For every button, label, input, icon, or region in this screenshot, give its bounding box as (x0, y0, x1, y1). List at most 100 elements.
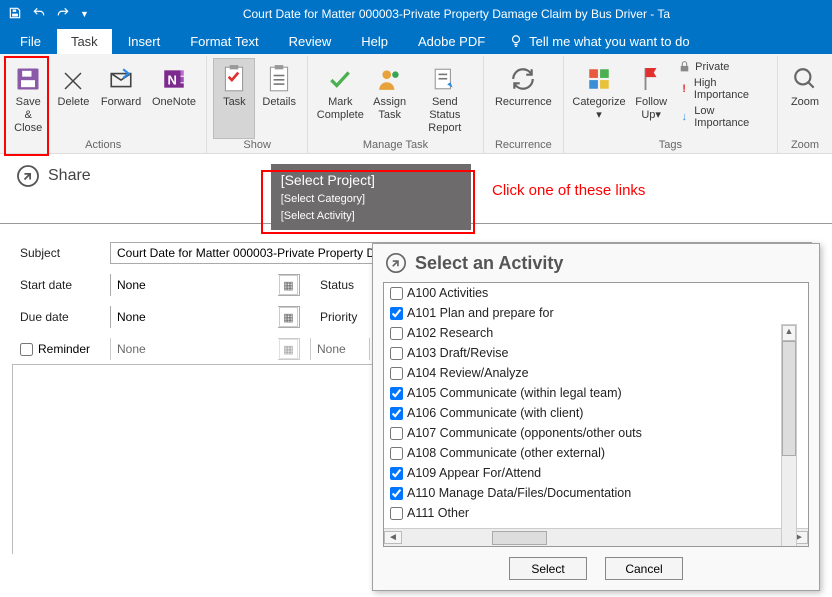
svg-text:N: N (167, 72, 176, 87)
title-bar: ▼ Court Date for Matter 000003-Private P… (0, 0, 832, 28)
due-date-input[interactable]: ▦ (110, 306, 300, 328)
scroll-up-icon[interactable]: ▲ (782, 325, 796, 341)
tab-help[interactable]: Help (347, 29, 402, 54)
start-date-input[interactable]: ▦ (110, 274, 300, 296)
categorize-icon (586, 66, 612, 92)
details-button[interactable]: Details (257, 58, 301, 139)
onenote-button[interactable]: N OneNote (148, 58, 201, 139)
activity-row[interactable]: A111 Other (384, 503, 808, 523)
redo-icon[interactable] (56, 6, 70, 23)
delete-button[interactable]: Delete (52, 58, 94, 139)
activity-row[interactable]: A104 Review/Analyze (384, 363, 808, 383)
scroll-left-icon[interactable]: ◄ (384, 531, 402, 544)
qat-more-icon[interactable]: ▼ (80, 9, 89, 19)
save-icon[interactable] (8, 6, 22, 23)
details-icon (266, 64, 292, 94)
tab-insert[interactable]: Insert (114, 29, 175, 54)
activity-checkbox[interactable] (390, 427, 403, 440)
reminder-date-input[interactable]: ▦ (110, 338, 300, 360)
activity-label: A103 Draft/Revise (407, 346, 508, 360)
ribbon-tabs: File Task Insert Format Text Review Help… (0, 28, 832, 54)
save-close-button[interactable]: Save & Close (6, 58, 50, 139)
activity-row[interactable]: A109 Appear For/Attend (384, 463, 808, 483)
share-bar: Share [Select Project] [Select Category]… (0, 154, 832, 224)
zoom-button[interactable]: Zoom (784, 58, 826, 139)
mark-complete-button[interactable]: Mark Complete (314, 58, 367, 139)
low-importance-toggle[interactable]: ↓Low Importance (678, 105, 767, 129)
start-date-label: Start date (20, 278, 100, 292)
tab-review[interactable]: Review (275, 29, 346, 54)
assign-task-button[interactable]: Assign Task (369, 58, 411, 139)
activity-checkbox[interactable] (390, 467, 403, 480)
save-close-icon (14, 65, 42, 93)
check-icon (327, 66, 353, 92)
vertical-scrollbar[interactable]: ▲ ▼ (781, 324, 797, 547)
task-icon (221, 64, 247, 94)
task-view-button[interactable]: Task (213, 58, 255, 139)
activity-checkbox[interactable] (390, 487, 403, 500)
activity-checkbox[interactable] (390, 387, 403, 400)
zoom-icon (792, 66, 818, 92)
send-status-button[interactable]: Send Status Report (413, 58, 477, 139)
tab-adobe[interactable]: Adobe PDF (404, 29, 499, 54)
activity-label: A100 Activities (407, 286, 488, 300)
activity-checkbox[interactable] (390, 327, 403, 340)
private-toggle[interactable]: Private (678, 60, 767, 73)
activity-row[interactable]: A110 Manage Data/Files/Documentation (384, 483, 808, 503)
followup-button[interactable]: Follow Up▾ (630, 58, 672, 139)
reminder-checkbox[interactable] (20, 343, 33, 356)
activity-label: A111 Other (407, 506, 469, 520)
high-importance-toggle[interactable]: !High Importance (678, 77, 767, 101)
tab-format[interactable]: Format Text (176, 29, 272, 54)
reminder-time-input[interactable] (310, 338, 370, 360)
activity-row[interactable]: A106 Communicate (with client) (384, 403, 808, 423)
ribbon: Save & Close Delete Forward N OneNote Ac… (0, 54, 832, 154)
share-button[interactable]: Share (16, 164, 91, 188)
recurrence-button[interactable]: Recurrence (490, 58, 557, 139)
select-activity-link[interactable]: [Select Activity] (281, 208, 459, 225)
share-icon (385, 252, 407, 274)
forward-icon (108, 66, 134, 92)
calendar-icon[interactable]: ▦ (279, 339, 298, 359)
undo-icon[interactable] (32, 6, 46, 23)
select-category-link[interactable]: [Select Category] (281, 191, 459, 208)
activity-checkbox[interactable] (390, 447, 403, 460)
group-actions-label: Actions (6, 139, 200, 153)
activity-label: A106 Communicate (with client) (407, 406, 583, 420)
activity-row[interactable]: A102 Research (384, 323, 808, 343)
group-zoom-label: Zoom (784, 139, 826, 153)
cancel-button[interactable]: Cancel (605, 557, 683, 580)
activity-checkbox[interactable] (390, 307, 403, 320)
activity-checkbox[interactable] (390, 507, 403, 520)
tell-me-input[interactable]: Tell me what you want to do (509, 34, 689, 49)
activity-row[interactable]: A107 Communicate (opponents/other outs (384, 423, 808, 443)
select-button[interactable]: Select (509, 557, 587, 580)
categorize-button[interactable]: Categorize▾ (570, 58, 628, 139)
activity-checkbox[interactable] (390, 287, 403, 300)
horizontal-scrollbar[interactable]: ◄ ► (384, 528, 808, 546)
calendar-icon[interactable]: ▦ (279, 275, 298, 295)
activity-row[interactable]: A100 Activities (384, 283, 808, 303)
activity-label: A104 Review/Analyze (407, 366, 529, 380)
activity-list[interactable]: A100 Activities A101 Plan and prepare for… (384, 283, 808, 528)
activity-row[interactable]: A108 Communicate (other external) (384, 443, 808, 463)
activity-row[interactable]: A103 Draft/Revise (384, 343, 808, 363)
activity-label: A105 Communicate (within legal team) (407, 386, 622, 400)
activity-row[interactable]: A105 Communicate (within legal team) (384, 383, 808, 403)
activity-row[interactable]: A101 Plan and prepare for (384, 303, 808, 323)
window-title: Court Date for Matter 000003-Private Pro… (89, 7, 824, 21)
activity-checkbox[interactable] (390, 367, 403, 380)
recurrence-icon (510, 66, 536, 92)
activity-checkbox[interactable] (390, 407, 403, 420)
group-recurrence-label: Recurrence (490, 139, 557, 153)
calendar-icon[interactable]: ▦ (279, 307, 298, 327)
forward-button[interactable]: Forward (96, 58, 145, 139)
select-project-link[interactable]: [Select Project] (281, 170, 459, 191)
group-manage-label: Manage Task (314, 139, 477, 153)
low-importance-icon: ↓ (678, 111, 690, 123)
activity-label: A108 Communicate (other external) (407, 446, 605, 460)
activity-checkbox[interactable] (390, 347, 403, 360)
activity-label: A110 Manage Data/Files/Documentation (407, 486, 631, 500)
tab-task[interactable]: Task (57, 29, 112, 54)
tab-file[interactable]: File (6, 29, 55, 54)
